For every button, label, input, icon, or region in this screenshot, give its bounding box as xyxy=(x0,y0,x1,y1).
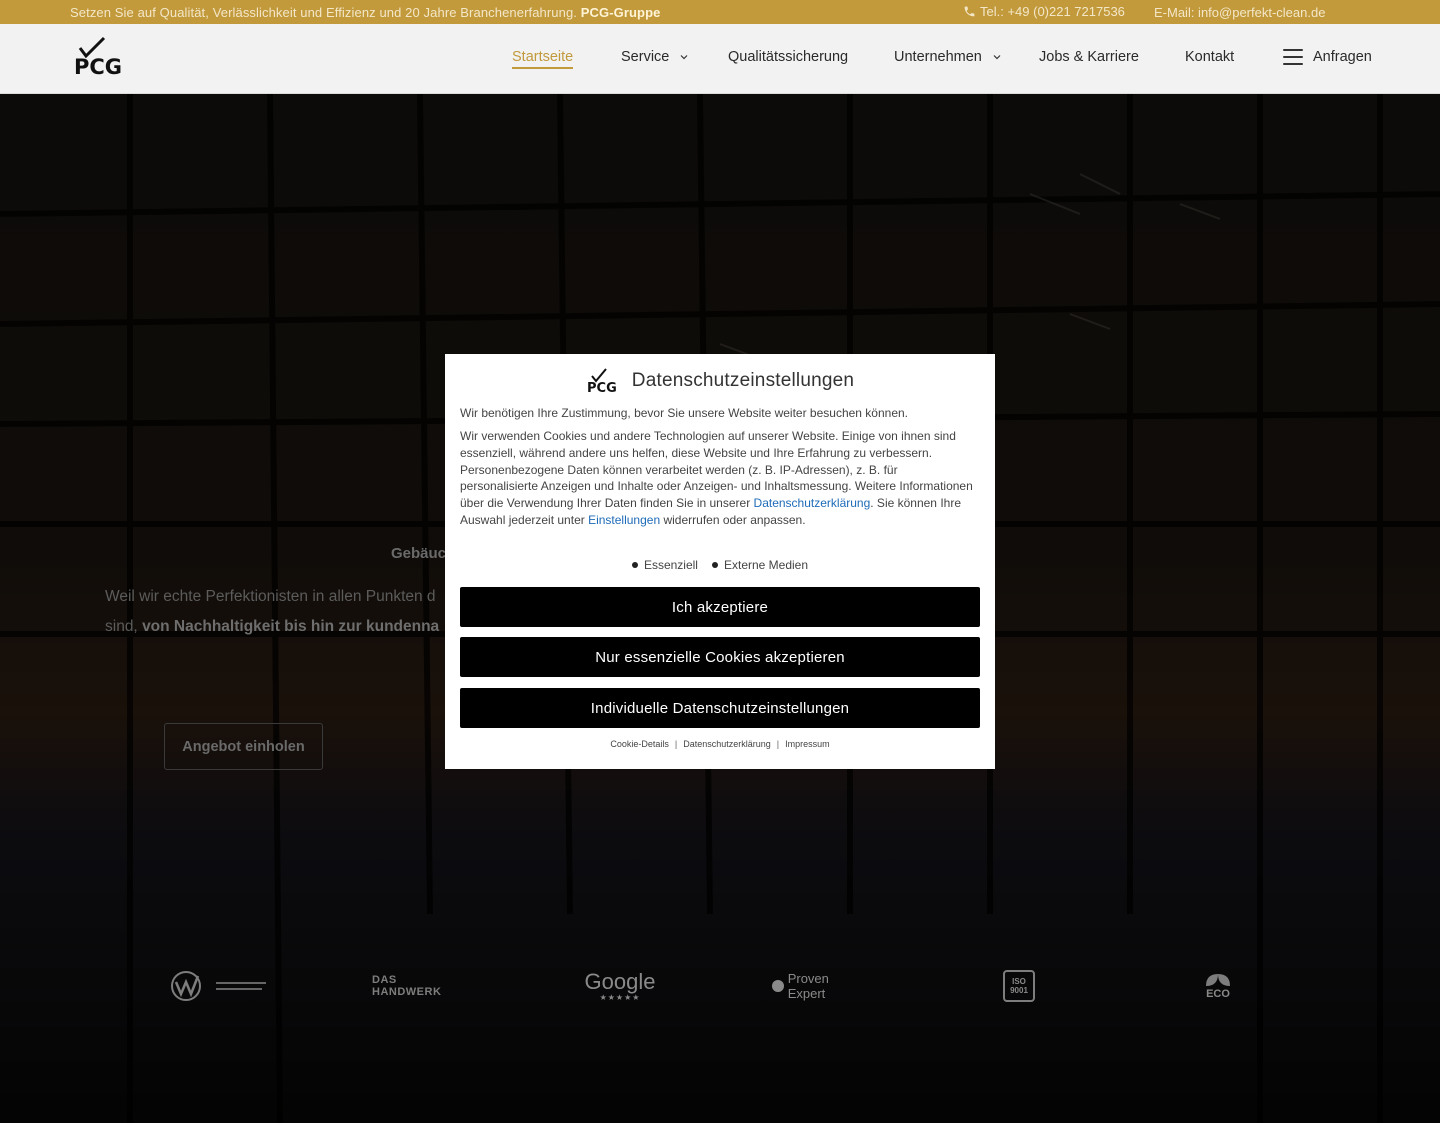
site-header: PCG Startseite Service Qualitätssicherun… xyxy=(0,24,1440,94)
nav-label: Startseite xyxy=(512,49,574,69)
qualitaetsverbund-logo xyxy=(170,970,270,1002)
provenexpert-logo: Proven Expert xyxy=(772,970,868,1002)
menu-icon xyxy=(1283,49,1303,65)
google-logo: Google ★★★★★ xyxy=(584,968,656,1002)
handwerk-text: DAS HANDWERK xyxy=(372,974,442,998)
separator: | xyxy=(776,739,780,749)
nav-label: Unternehmen xyxy=(894,49,982,65)
bullet-icon xyxy=(631,562,638,568)
iso-text: ISO 9001 xyxy=(1010,977,1028,995)
hero-subtitle: Gebäuc xyxy=(391,545,447,562)
handwerk-logo: DAS HANDWERK xyxy=(372,970,468,1002)
certification-badges: DAS HANDWERK Google ★★★★★ Proven Expert … xyxy=(0,970,1440,1002)
category-label: Externe Medien xyxy=(723,558,809,572)
phone-icon xyxy=(964,6,975,17)
top-info-bar: Setzen Sie auf Qualität, Verlässlichkeit… xyxy=(0,0,1440,24)
bullet-icon xyxy=(711,562,718,568)
provenexpert-text: Proven Expert xyxy=(787,971,829,1001)
hero-text-line2: sind, xyxy=(105,618,143,635)
body-text: widerrufen oder anpassen. xyxy=(660,512,806,527)
dialog-body: Wir verwenden Cookies und andere Technol… xyxy=(460,428,975,529)
tagline: Setzen Sie auf Qualität, Verlässlichkeit… xyxy=(70,5,660,20)
nav-label: Qualitätssicherung xyxy=(728,49,849,65)
nav-startseite[interactable]: Startseite xyxy=(512,49,574,69)
cookie-consent-dialog: PCG Datenschutzeinstellungen Wir benötig… xyxy=(445,354,995,769)
dialog-footer-links: Cookie-Details | Datenschutzerklärung | … xyxy=(445,739,995,749)
accept-essential-button[interactable]: Nur essenzielle Cookies akzeptieren xyxy=(460,637,980,677)
quote-button[interactable]: Angebot einholen xyxy=(164,723,323,770)
nav-kontakt[interactable]: Kontakt xyxy=(1185,49,1234,65)
dialog-intro: Wir benötigen Ihre Zustimmung, bevor Sie… xyxy=(460,406,909,420)
dialog-title: Datenschutzeinstellungen xyxy=(631,370,855,391)
check-circle-icon xyxy=(772,980,784,992)
nav-label: Service xyxy=(621,49,670,65)
category-essenziell[interactable]: Essenziell xyxy=(631,558,698,572)
nav-label: Anfragen xyxy=(1313,49,1372,65)
google-text: Google xyxy=(584,968,656,994)
category-externe-medien[interactable]: Externe Medien xyxy=(711,558,809,572)
imprint-link[interactable]: Impressum xyxy=(785,739,830,749)
pcg-logo[interactable]: PCG xyxy=(72,36,134,78)
brand-name[interactable]: PCG-Gruppe xyxy=(581,5,661,20)
svg-text:PCG: PCG xyxy=(74,55,122,78)
nav-unternehmen[interactable]: Unternehmen xyxy=(894,49,1002,65)
hero-text-bold: von Nachhaltigkeit bis hin zur kundenna xyxy=(142,618,440,635)
privacy-policy-link[interactable]: Datenschutzerklärung xyxy=(754,496,871,510)
privacy-link[interactable]: Datenschutzerklärung xyxy=(683,739,771,749)
chevron-down-icon xyxy=(680,55,688,60)
nav-anfragen[interactable]: Anfragen xyxy=(1283,49,1372,65)
chevron-down-icon xyxy=(993,55,1001,60)
nav-jobs-karriere[interactable]: Jobs & Karriere xyxy=(1039,49,1139,65)
nav-service[interactable]: Service xyxy=(621,49,689,65)
phone-text: Tel.: +49 (0)221 7217536 xyxy=(980,4,1125,19)
leaf-icon xyxy=(1206,974,1230,986)
nav-qualitaetssicherung[interactable]: Qualitätssicherung xyxy=(728,49,848,65)
separator: | xyxy=(674,739,678,749)
category-label: Essenziell xyxy=(643,558,698,572)
nav-label: Jobs & Karriere xyxy=(1039,49,1139,65)
cookie-categories: Essenziell Externe Medien xyxy=(445,558,995,572)
rating-stars: ★★★★★ xyxy=(599,992,641,1002)
hero-text-line1: Weil wir echte Perfektionisten in allen … xyxy=(105,588,436,605)
eco-logo: ECO xyxy=(1198,970,1238,1002)
dialog-header: PCG Datenschutzeinstellungen xyxy=(445,368,995,394)
iso-9001-logo: ISO 9001 xyxy=(1002,970,1036,1002)
svg-text:PCG: PCG xyxy=(587,381,617,394)
phone-link[interactable]: Tel.: +49 (0)221 7217536 xyxy=(963,4,1125,19)
nav-label: Kontakt xyxy=(1185,49,1235,65)
cookie-details-link[interactable]: Cookie-Details xyxy=(610,739,669,749)
pcg-logo: PCG xyxy=(587,368,617,394)
individual-settings-button[interactable]: Individuelle Datenschutzeinstellungen xyxy=(460,688,980,728)
settings-link[interactable]: Einstellungen xyxy=(588,513,660,527)
tagline-text: Setzen Sie auf Qualität, Verlässlichkeit… xyxy=(70,5,577,20)
eco-text: ECO xyxy=(1206,988,1230,1000)
email-link[interactable]: E-Mail: info@perfekt-clean.de xyxy=(1154,5,1325,20)
qualitaetsverbund-icon xyxy=(171,971,266,1001)
accept-all-button[interactable]: Ich akzeptiere xyxy=(460,587,980,627)
